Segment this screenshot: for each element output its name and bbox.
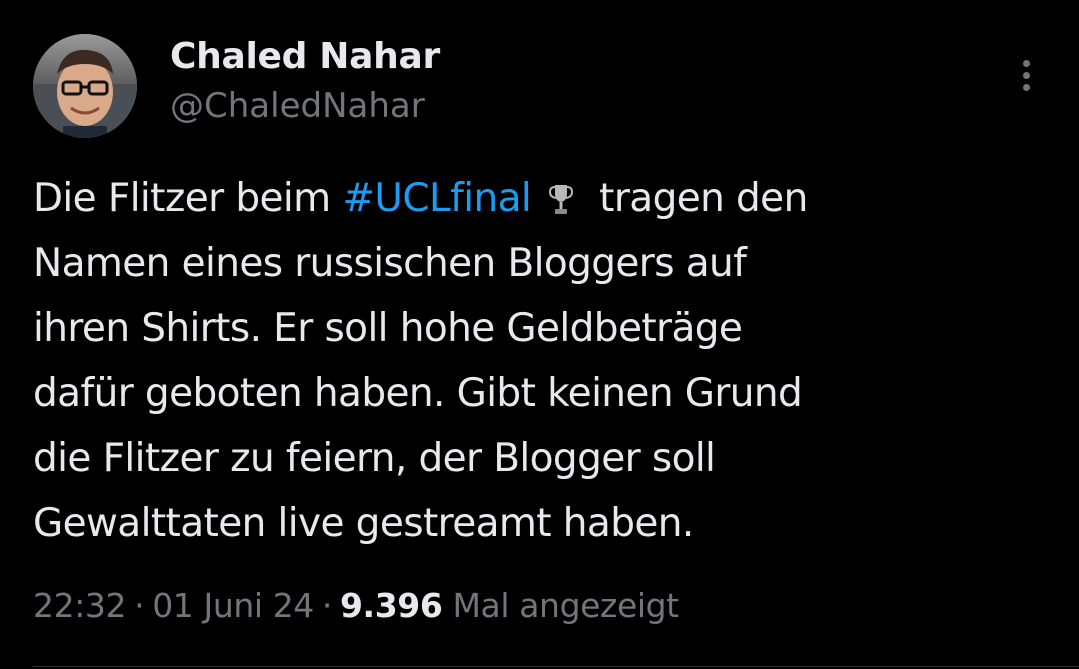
tweet-line: die Flitzer zu feiern, der Blogger soll xyxy=(33,436,716,481)
tweet-text-segment: tragen den xyxy=(599,176,808,221)
views-count[interactable]: 9.396 xyxy=(340,586,443,625)
hashtag-link[interactable]: #UCLfinal xyxy=(342,176,531,221)
tweet-line: Die Flitzer beim #UCLfinal tragen den xyxy=(33,166,1033,231)
tweet-meta: 22:32 · 01 Juni 24 · 9.396 Mal angezeigt xyxy=(33,586,679,625)
divider xyxy=(33,666,1079,667)
trophy-icon xyxy=(549,185,574,214)
more-vertical-icon-dot xyxy=(1023,84,1030,91)
more-options-button[interactable] xyxy=(1010,56,1042,96)
tweet-line: Namen eines russischen Bloggers auf xyxy=(33,241,747,286)
tweet-line: dafür geboten haben. Gibt keinen Grund xyxy=(33,371,803,416)
views-label: Mal angezeigt xyxy=(452,586,679,625)
author-handle[interactable]: @ChaledNahar xyxy=(170,86,425,126)
avatar[interactable] xyxy=(33,34,137,138)
tweet-date[interactable]: 01 Juni 24 xyxy=(152,586,314,625)
avatar-image xyxy=(33,34,137,138)
tweet-line: ihren Shirts. Er soll hohe Geldbeträge xyxy=(33,306,743,351)
tweet-text: Die Flitzer beim #UCLfinal tragen den Na… xyxy=(33,166,1033,556)
tweet-time[interactable]: 22:32 xyxy=(33,586,127,625)
more-vertical-icon xyxy=(1023,60,1030,67)
more-vertical-icon-dot xyxy=(1023,72,1030,79)
meta-separator: · xyxy=(134,586,145,625)
tweet-text-segment: Die Flitzer beim xyxy=(33,176,343,221)
tweet-card: Chaled Nahar @ChaledNahar Die Flitzer be… xyxy=(0,0,1079,669)
tweet-line: Gewalttaten live gestreamt haben. xyxy=(33,501,694,546)
author-display-name[interactable]: Chaled Nahar xyxy=(170,36,440,77)
meta-separator: · xyxy=(321,586,332,625)
